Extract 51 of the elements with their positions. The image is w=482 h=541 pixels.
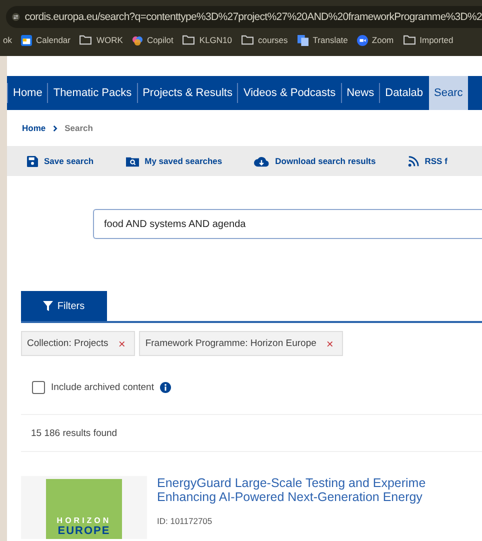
remove-filter-button[interactable]: × [326,336,334,350]
bookmark[interactable]: Translate [296,34,348,46]
bookmark[interactable]: Zoom [356,34,394,46]
breadcrumb-item[interactable]: Home [22,123,46,133]
address-bar[interactable]: cordis.europa.eu/search?q=contenttype%3D%27project%27%20AND%20frameworkProgramme%3D%2 [6,6,482,28]
url-text[interactable]: cordis.europa.eu/search?q=contenttype%3D%27project%27%20AND%20frameworkProgramme%3D%2 [24,11,482,23]
toolbar-link[interactable]: RSS f [408,156,448,166]
cloud-download-icon [254,156,270,166]
filter-label: Framework Programme: Horizon Europe [145,338,316,349]
bookmark[interactable]: KLGN10 [182,35,232,45]
filter-label: Collection: Projects [27,338,108,349]
zoom-app-icon [356,34,368,46]
nav-item[interactable]: Home [7,83,48,103]
results-count: 15 186 results found [31,428,118,438]
folder-icon [241,35,254,45]
toolbar-link[interactable]: My saved searches [126,156,222,166]
filters-tab[interactable]: Filters [21,291,107,321]
translate-icon [296,34,309,46]
bookmark[interactable]: ok [3,35,12,45]
checkbox[interactable] [32,381,45,394]
bookmark[interactable]: Imported [402,35,454,45]
nav-item[interactable]: Videos & Podcasts [237,83,341,103]
filter-icon [43,301,54,311]
folder-icon [402,35,416,45]
toolbar-link[interactable]: Save search [27,156,94,166]
breadcrumb-item: Search [64,123,93,133]
info-icon[interactable] [160,382,171,393]
remove-filter-button[interactable]: × [118,336,126,350]
rss-icon [408,156,419,166]
folder-icon [182,35,196,45]
result-title-link[interactable]: EnergyGuard Large-Scale Testing and Experime Enhancing AI-Powered Next-Generation Energy [157,476,426,504]
toolbar-link[interactable]: Download search results [254,156,376,166]
calendar-icon [20,34,32,46]
bookmark[interactable]: courses [241,35,288,45]
site-settings-icon[interactable] [12,10,20,24]
folder-search-icon [126,156,139,166]
bookmark[interactable]: Copilot [132,34,174,46]
chevron-icon [52,124,58,132]
nav-item[interactable]: Searc [429,76,468,110]
horizon-europe-logo: HORIZON EUROPE [46,479,122,539]
project-id: ID: 101172705 [157,516,214,526]
bookmark[interactable]: Calendar [20,34,70,46]
bookmark[interactable]: WORK [79,35,123,45]
nav-item[interactable]: Datalab [379,83,428,103]
folder-icon [79,35,92,45]
copilot-icon [132,34,143,46]
nav-item[interactable]: Thematic Packs [47,83,137,103]
checkbox-label[interactable]: Include archived content [51,382,154,393]
nav-item[interactable]: Projects & Results [136,83,238,103]
nav-item[interactable]: News [340,83,380,103]
search-field[interactable]: food AND systems AND agenda [93,209,482,239]
